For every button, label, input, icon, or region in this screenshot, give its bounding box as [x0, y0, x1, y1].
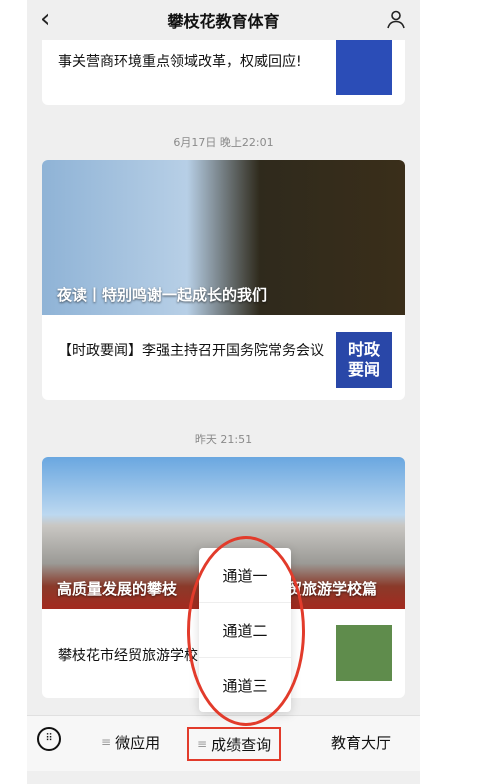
menu-tab-label: 教育大厅: [331, 733, 392, 752]
menu-tab-education-hall[interactable]: 教育大厅: [331, 730, 391, 754]
menu-tab-micro-apps[interactable]: ≡ 微应用: [101, 730, 160, 754]
article-thumbnail: [336, 625, 392, 681]
highlight-oval: [187, 536, 305, 726]
menu-icon: ≡: [197, 737, 208, 751]
menu-tab-label: 成绩查询: [211, 735, 272, 754]
timestamp: 6月17日 晚上22:01: [173, 136, 274, 149]
menu-tab-score-query[interactable]: ≡ 成绩查询: [187, 727, 282, 761]
thumb-text-line: 时政: [347, 340, 380, 359]
page-title: 攀枝花教育体育: [167, 12, 280, 31]
menu-icon: ≡: [101, 735, 112, 749]
article-title: 【时政要闻】李强主持召开国务院常务会议: [58, 343, 324, 359]
hero-caption-text: 高质量发展的攀枝: [57, 580, 178, 598]
article-card[interactable]: 夜读丨特别鸣谢一起成长的我们 【时政要闻】李强主持召开国务院常务会议 时政 要闻: [42, 160, 405, 400]
bottom-menu-bar: ⠿ ≡ 微应用 ≡ 成绩查询 教育大厅: [27, 715, 420, 771]
top-bar: ‹ 攀枝花教育体育: [27, 0, 420, 40]
hero-image: 夜读丨特别鸣谢一起成长的我们: [42, 160, 405, 315]
phone-screen: ‹ 攀枝花教育体育 事关营商环境重点领域改革，权威回应! 6月17日 晚上22:…: [27, 0, 420, 784]
article-thumbnail: [336, 39, 392, 95]
menu-tab-label: 微应用: [115, 733, 161, 752]
keyboard-icon[interactable]: ⠿: [37, 727, 61, 751]
thumb-text-line: 要闻: [347, 360, 380, 379]
user-icon[interactable]: [386, 9, 406, 29]
article-thumbnail: 时政 要闻: [336, 332, 392, 388]
timestamp: 昨天 21:51: [194, 433, 253, 446]
chevron-left-icon[interactable]: ‹: [40, 6, 50, 32]
article-title: 事关营商环境重点领域改革，权威回应!: [58, 54, 302, 70]
hero-caption: 夜读丨特别鸣谢一起成长的我们: [57, 286, 268, 304]
